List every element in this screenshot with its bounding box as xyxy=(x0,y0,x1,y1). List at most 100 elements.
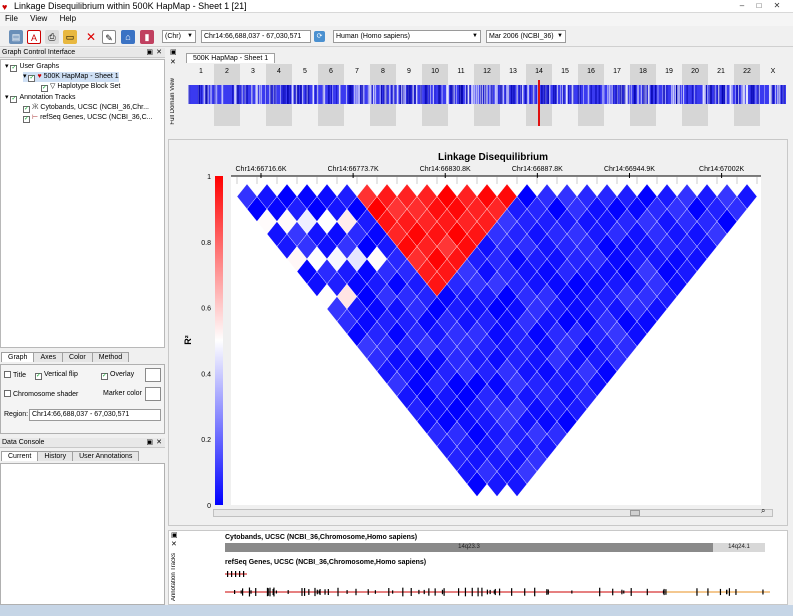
tab-current[interactable]: Current xyxy=(1,451,39,461)
zoom-icon[interactable]: ⌕ xyxy=(761,506,765,516)
chromosome-label[interactable]: 9 xyxy=(407,68,411,75)
chromosome-label[interactable]: 7 xyxy=(355,68,359,75)
chromosome-label[interactable]: 6 xyxy=(329,68,333,75)
snp-marker xyxy=(403,85,405,104)
go-icon[interactable]: ⟳ xyxy=(314,31,325,42)
tree-cytobands[interactable]: ✓ Ӝ Cytobands, UCSC (NCBI_36,Chr... xyxy=(23,103,149,113)
tab-graph[interactable]: Graph xyxy=(1,352,35,362)
delete-icon[interactable]: ✕ xyxy=(84,30,98,44)
snp-marker xyxy=(702,85,704,104)
snp-marker xyxy=(489,85,491,104)
chromosome-label[interactable]: 20 xyxy=(691,68,699,75)
tab-color[interactable]: Color xyxy=(62,352,93,362)
x-tick-label: Chr14:66773.7K xyxy=(328,166,379,173)
close-icon[interactable]: ✕ xyxy=(156,438,162,448)
chromosome-label[interactable]: 15 xyxy=(561,68,569,75)
chromosome-label[interactable]: 11 xyxy=(457,68,464,75)
chromosome-label[interactable]: 2 xyxy=(225,68,229,75)
chromosome-shader-checkbox[interactable]: Chromosome shader xyxy=(4,390,78,398)
open-icon[interactable]: ▤ xyxy=(9,30,23,44)
marker-color-swatch[interactable] xyxy=(145,387,161,401)
snp-marker xyxy=(428,85,430,104)
exon-mark xyxy=(240,590,242,594)
snp-marker xyxy=(466,85,468,104)
chromosome-label[interactable]: 18 xyxy=(639,68,647,75)
minimize-icon[interactable]: – xyxy=(735,1,749,11)
folder-icon[interactable]: ▭ xyxy=(63,30,77,44)
menu-help[interactable]: Help xyxy=(55,13,81,24)
home-icon[interactable]: ⌂ xyxy=(121,30,135,44)
tree-user-graphs[interactable]: ▾ ✓ User Graphs xyxy=(5,62,59,72)
snp-marker xyxy=(453,85,455,104)
menu-view[interactable]: View xyxy=(25,13,52,24)
snp-marker xyxy=(746,85,748,104)
snp-marker xyxy=(602,85,604,104)
region-input[interactable]: Chr14:66,688,037 - 67,030,571 xyxy=(201,30,311,43)
cytoband-14q23-3[interactable]: 14q23.3 xyxy=(225,543,713,552)
tree-annotation-tracks[interactable]: ▾ ✓ Annotation Tracks xyxy=(5,93,76,103)
tab-axes[interactable]: Axes xyxy=(33,352,64,362)
title-checkbox[interactable]: Title xyxy=(4,371,26,379)
menu-file[interactable]: File xyxy=(0,13,23,24)
chromosome-label[interactable]: 22 xyxy=(743,68,751,75)
refseq-genes-track[interactable] xyxy=(225,568,770,602)
close-icon[interactable]: ✕ xyxy=(770,1,784,11)
snp-marker xyxy=(429,85,431,104)
close-icon[interactable]: ✕ xyxy=(170,58,176,66)
cytoband-14q24-1[interactable]: 14q24.1 xyxy=(713,543,765,552)
float-icon[interactable]: ▣ xyxy=(146,438,153,448)
float-icon[interactable]: ▣ xyxy=(146,48,153,58)
tree-haplotype-block[interactable]: ✓ ▽ Haplotype Block Set xyxy=(41,82,120,92)
exon-mark xyxy=(318,590,320,594)
x-tick-label: Chr14:67002K xyxy=(699,166,744,173)
chromosome-label[interactable]: 5 xyxy=(303,68,307,75)
snp-marker xyxy=(295,85,298,104)
close-icon[interactable]: ✕ xyxy=(156,48,162,58)
chromosome-label[interactable]: 17 xyxy=(613,68,621,75)
notebook-icon[interactable]: ▮ xyxy=(140,30,154,44)
chromosome-label[interactable]: X xyxy=(771,68,776,75)
chr-select[interactable]: (Chr) ▼ xyxy=(162,30,196,43)
overlay-checkbox[interactable]: ✓ Overlay xyxy=(101,371,134,380)
chromosome-overview[interactable]: 1 2 3 4 5 6 7 8 9 10 11 12 13 14 15 16 17 18 19 20 21 22 X xyxy=(186,64,786,128)
tab-hapmap-sheet[interactable]: 500K HapMap - Sheet 1 xyxy=(186,53,276,63)
chromosome-label[interactable]: 16 xyxy=(587,68,595,75)
chromosome-label[interactable]: 12 xyxy=(483,68,491,75)
snp-marker xyxy=(461,85,463,104)
snp-marker xyxy=(634,85,636,104)
float-icon[interactable]: ▣ xyxy=(170,48,177,56)
species-select[interactable]: Human (Homo sapiens) ▼ xyxy=(333,30,481,43)
chromosome-label[interactable]: 3 xyxy=(251,68,255,75)
pdf-icon[interactable]: A xyxy=(27,30,41,44)
chromosome-label[interactable]: 21 xyxy=(717,68,725,75)
scrollbar-thumb[interactable] xyxy=(630,510,640,516)
annotation-panel: ▣ ✕ Annotation Tracks Cytobands, UCSC (N… xyxy=(168,530,788,605)
edit-icon[interactable]: ✎ xyxy=(102,30,116,44)
maximize-icon[interactable]: □ xyxy=(752,1,766,11)
tab-method[interactable]: Method xyxy=(91,352,130,362)
tab-user-annotations[interactable]: User Annotations xyxy=(72,451,140,461)
tree-refseq[interactable]: ✓ ⊢ refSeq Genes, UCSC (NCBI_36,C... xyxy=(23,113,153,123)
tree-hapmap-sheet[interactable]: ▾ ✓ ♥ 500K HapMap - Sheet 1 xyxy=(23,72,119,82)
snp-marker xyxy=(626,85,629,104)
chromosome-label[interactable]: 10 xyxy=(431,68,439,75)
chromosome-label[interactable]: 13 xyxy=(509,68,517,75)
overlay-color-swatch[interactable] xyxy=(145,368,161,382)
float-icon[interactable]: ▣ xyxy=(171,531,178,539)
chromosome-label[interactable]: 14 xyxy=(535,68,543,75)
print-icon[interactable]: ⎙ xyxy=(45,30,59,44)
ld-chart[interactable]: Linkage Disequilibrium R² 1 0.8 0.6 0.4 0.2 0… xyxy=(169,140,787,525)
snp-marker xyxy=(367,85,369,104)
region-field[interactable]: Chr14:66,688,037 - 67,030,571 xyxy=(29,409,161,421)
chromosome-label[interactable]: 1 xyxy=(199,68,203,75)
chromosome-label[interactable]: 19 xyxy=(665,68,673,75)
tab-history[interactable]: History xyxy=(37,451,74,461)
chromosome-label[interactable]: 4 xyxy=(277,68,281,75)
close-icon[interactable]: ✕ xyxy=(171,540,177,548)
exon-mark xyxy=(481,587,483,597)
assembly-select[interactable]: Mar 2006 (NCBI_36) ▼ xyxy=(486,30,566,43)
vertical-flip-checkbox[interactable]: ✓ Vertical flip xyxy=(35,371,78,380)
properties-panel: Graph Axes Color Method Title ✓ Vertical fli… xyxy=(0,352,165,434)
chromosome-label[interactable]: 8 xyxy=(381,68,385,75)
horizontal-scrollbar[interactable] xyxy=(213,509,773,517)
